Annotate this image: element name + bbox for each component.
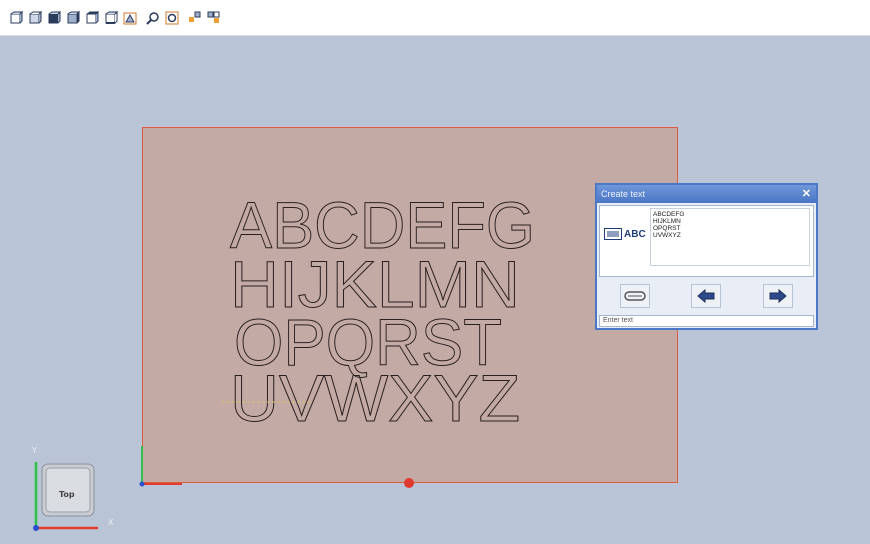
- view-front-icon[interactable]: [8, 10, 24, 26]
- toolbar: [0, 0, 870, 36]
- view-cube[interactable]: Top Y X: [28, 440, 128, 544]
- create-text-dialog: Create text ✕ ABC ABCDEFG HIJKLMN OPQRST…: [595, 183, 818, 330]
- status-bar: Enter text: [599, 315, 814, 327]
- loop-icon: [624, 291, 646, 301]
- text-input-area[interactable]: ABCDEFG HIJKLMN OPQRST UVWXYZ: [650, 208, 810, 266]
- dialog-body: ABC ABCDEFG HIJKLMN OPQRST UVWXYZ: [599, 205, 814, 277]
- text-tool-label: ABC: [624, 228, 646, 240]
- close-icon[interactable]: ✕: [802, 185, 811, 203]
- outlined-text[interactable]: ABCDEFG HIJKLMN OPQRST UVWXYZ: [150, 185, 570, 445]
- origin-axes: [139, 446, 182, 487]
- arrow-left-icon: [697, 289, 715, 303]
- previous-button[interactable]: [691, 284, 722, 308]
- zoom-fit-icon[interactable]: [164, 10, 180, 26]
- text-line: UVWXYZ: [230, 361, 520, 435]
- text-input-line: UVWXYZ: [653, 232, 681, 239]
- text-input-line: OPQRST: [653, 225, 681, 232]
- dialog-button-row: [599, 279, 814, 313]
- view-left-icon[interactable]: [46, 10, 62, 26]
- view-back-icon[interactable]: [27, 10, 43, 26]
- snap-icon[interactable]: [187, 10, 203, 26]
- dialog-title-bar[interactable]: Create text ✕: [597, 185, 816, 203]
- sheet-handle[interactable]: [404, 478, 414, 488]
- text-tool-icon: ABC: [604, 228, 646, 240]
- loop-button[interactable]: [619, 284, 650, 308]
- dialog-title: Create text: [601, 189, 646, 199]
- y-axis-label: Y: [32, 446, 37, 455]
- next-button[interactable]: [763, 284, 794, 308]
- text-input-line: HIJKLMN: [653, 218, 681, 225]
- view-iso-icon[interactable]: [122, 10, 138, 26]
- grid-icon[interactable]: [206, 10, 222, 26]
- arrow-right-icon: [769, 289, 787, 303]
- x-axis-label: X: [108, 518, 114, 527]
- view-right-icon[interactable]: [65, 10, 81, 26]
- view-bottom-icon[interactable]: [103, 10, 119, 26]
- text-input-line: ABCDEFG: [653, 211, 685, 218]
- zoom-icon[interactable]: [145, 10, 161, 26]
- view-cube-face-label: Top: [59, 490, 75, 499]
- view-top-icon[interactable]: [84, 10, 100, 26]
